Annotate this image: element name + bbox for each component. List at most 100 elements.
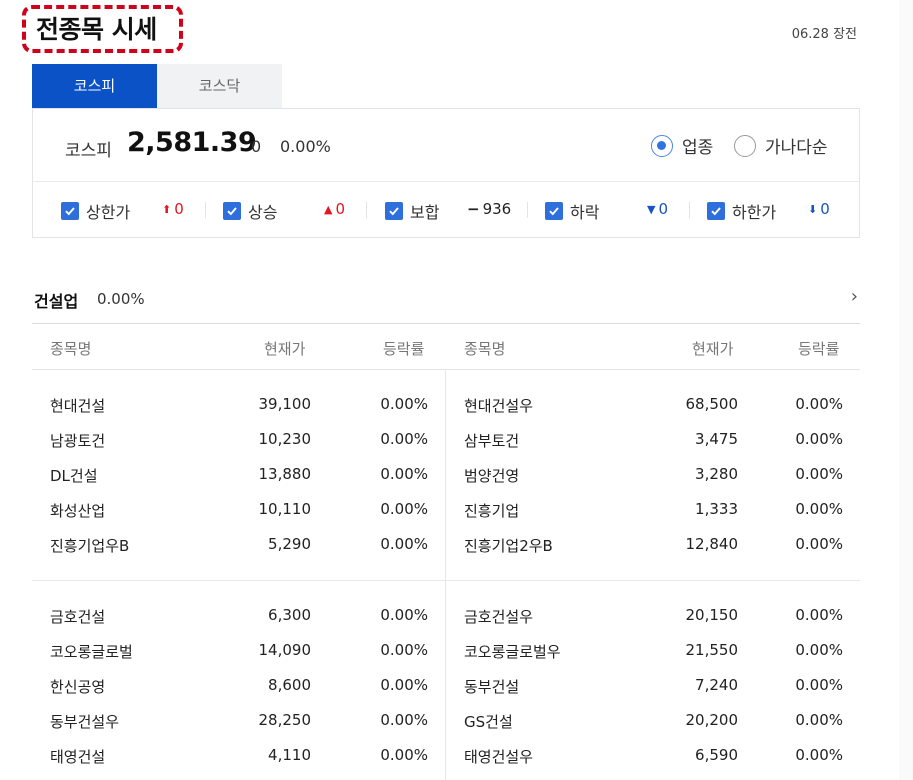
sort-option-sector[interactable]: 업종 xyxy=(651,133,713,158)
stock-rate: 0.00% xyxy=(380,500,428,518)
market-status: 06.28 장전 xyxy=(791,27,857,42)
table-row[interactable]: 삼부토건 3,475 0.00% xyxy=(464,430,843,452)
stock-rate: 0.00% xyxy=(795,500,843,518)
sort-option-alphabetical[interactable]: 가나다순 xyxy=(734,133,828,158)
table-row[interactable]: 태영건설 4,110 0.00% xyxy=(50,746,428,768)
stock-rate: 0.00% xyxy=(380,711,428,729)
col-header-name: 종목명 xyxy=(50,340,92,358)
checkbox-checked-icon xyxy=(707,202,725,220)
stock-price: 3,475 xyxy=(695,430,738,448)
chevron-right-icon[interactable]: › xyxy=(851,286,858,307)
stock-name[interactable]: 금호건설 xyxy=(50,606,105,627)
table-row[interactable]: 진흥기업2우B 12,840 0.00% xyxy=(464,535,843,557)
stock-price: 8,600 xyxy=(268,676,311,694)
stock-name[interactable]: 태영건설우 xyxy=(464,746,533,767)
index-rate: 0.00% xyxy=(280,137,331,156)
filter-rise[interactable]: 상승 xyxy=(223,199,277,223)
table-row[interactable]: 진흥기업 1,333 0.00% xyxy=(464,500,843,522)
stock-name[interactable]: 진흥기업2우B xyxy=(464,535,553,556)
stock-name[interactable]: 동부건설 xyxy=(464,676,519,697)
filter-upper-limit[interactable]: 상한가 xyxy=(61,199,130,223)
filter-label: 하락 xyxy=(570,203,600,222)
stock-name[interactable]: 진흥기업우B xyxy=(50,535,129,556)
table-row[interactable]: 금호건설 6,300 0.00% xyxy=(50,606,428,628)
stock-price: 1,333 xyxy=(695,500,738,518)
stock-price: 5,290 xyxy=(268,535,311,553)
dash-icon: − xyxy=(467,200,480,218)
stock-name[interactable]: 진흥기업 xyxy=(464,500,519,521)
tab-kospi[interactable]: 코스피 xyxy=(32,64,157,108)
stock-name[interactable]: DL건설 xyxy=(50,465,98,486)
checkbox-checked-icon xyxy=(61,202,79,220)
stock-rate: 0.00% xyxy=(795,395,843,413)
scrollbar[interactable] xyxy=(899,0,913,780)
stock-name[interactable]: 현대건설우 xyxy=(464,395,533,416)
stock-name[interactable]: 한신공영 xyxy=(50,676,105,697)
arrow-up-bold-icon: ⬆ xyxy=(162,202,172,216)
stock-name[interactable]: 범양건영 xyxy=(464,465,519,486)
stock-rate: 0.00% xyxy=(380,746,428,764)
stock-name[interactable]: 코오롱글로벌우 xyxy=(464,641,561,662)
sector-name: 건설업 xyxy=(34,292,79,311)
stock-price: 21,550 xyxy=(685,641,739,659)
stock-rate: 0.00% xyxy=(380,465,428,483)
stock-rate: 0.00% xyxy=(380,395,428,413)
stock-rate: 0.00% xyxy=(795,535,843,553)
stock-price: 6,590 xyxy=(695,746,738,764)
table-row[interactable]: 범양건영 3,280 0.00% xyxy=(464,465,843,487)
stock-price: 20,150 xyxy=(685,606,739,624)
tab-kosdaq[interactable]: 코스닥 xyxy=(157,64,282,108)
stock-price: 3,280 xyxy=(695,465,738,483)
divider xyxy=(689,202,690,218)
filter-lower-limit[interactable]: 하한가 xyxy=(707,199,776,223)
filter-count-upper-limit: ⬆ 0 xyxy=(162,200,184,218)
table-row[interactable]: 현대건설 39,100 0.00% xyxy=(50,395,428,417)
stock-name[interactable]: 코오롱글로벌 xyxy=(50,641,133,662)
stock-rate: 0.00% xyxy=(380,676,428,694)
stock-price: 10,110 xyxy=(258,500,312,518)
stock-rate: 0.00% xyxy=(380,430,428,448)
filter-count-unchanged: −936 xyxy=(467,200,512,218)
stock-name[interactable]: 현대건설 xyxy=(50,395,105,416)
stock-rate: 0.00% xyxy=(795,430,843,448)
stock-name[interactable]: 동부건설우 xyxy=(50,711,119,732)
divider xyxy=(205,202,206,218)
table-row[interactable]: 금호건설우 20,150 0.00% xyxy=(464,606,843,628)
table-row[interactable]: 화성산업 10,110 0.00% xyxy=(50,500,428,522)
divider xyxy=(527,202,528,218)
table-row[interactable]: 현대건설우 68,500 0.00% xyxy=(464,395,843,417)
filter-fall[interactable]: 하락 xyxy=(545,199,599,223)
stock-name[interactable]: 화성산업 xyxy=(50,500,105,521)
table-row[interactable]: 남광토건 10,230 0.00% xyxy=(50,430,428,452)
filter-unchanged[interactable]: 보합 xyxy=(385,199,439,223)
table-row[interactable]: 코오롱글로벌 14,090 0.00% xyxy=(50,641,428,663)
stock-name[interactable]: 남광토건 xyxy=(50,430,105,451)
stock-name[interactable]: 삼부토건 xyxy=(464,430,519,451)
table-row[interactable]: 진흥기업우B 5,290 0.00% xyxy=(50,535,428,557)
table-row[interactable]: 코오롱글로벌우 21,550 0.00% xyxy=(464,641,843,663)
index-summary: 코스피 2,581.39 0 0.00% 업종 가나다순 상한가 ⬆ 0 상승 ▲… xyxy=(32,108,860,238)
filter-label: 보합 xyxy=(410,203,440,222)
stock-name[interactable]: GS건설 xyxy=(464,711,513,732)
table-header: 종목명 현재가 등락률 종목명 현재가 등락률 xyxy=(32,323,860,370)
table-row[interactable]: GS건설 20,200 0.00% xyxy=(464,711,843,733)
table-row[interactable]: 한신공영 8,600 0.00% xyxy=(50,676,428,698)
column-divider xyxy=(445,370,446,780)
table-row[interactable]: 동부건설우 28,250 0.00% xyxy=(50,711,428,733)
col-header-rate: 등락률 xyxy=(798,340,840,358)
checkbox-checked-icon xyxy=(223,202,241,220)
stock-price: 7,240 xyxy=(695,676,738,694)
stock-rate: 0.00% xyxy=(380,535,428,553)
table-row[interactable]: DL건설 13,880 0.00% xyxy=(50,465,428,487)
table-row[interactable]: 동부건설 7,240 0.00% xyxy=(464,676,843,698)
arrow-down-bold-icon: ⬇ xyxy=(808,202,818,216)
stock-price: 68,500 xyxy=(685,395,739,413)
sort-label: 가나다순 xyxy=(765,138,828,158)
price-filters: 상한가 ⬆ 0 상승 ▲ 0 보합 −936 하락 ▼ 0 하한가 ⬇ 0 xyxy=(33,182,859,238)
triangle-down-icon: ▼ xyxy=(647,202,656,216)
page-title: 전종목 시세 xyxy=(36,15,157,44)
stock-name[interactable]: 금호건설우 xyxy=(464,606,533,627)
table-row[interactable]: 태영건설우 6,590 0.00% xyxy=(464,746,843,768)
stock-rate: 0.00% xyxy=(795,711,843,729)
stock-name[interactable]: 태영건설 xyxy=(50,746,105,767)
